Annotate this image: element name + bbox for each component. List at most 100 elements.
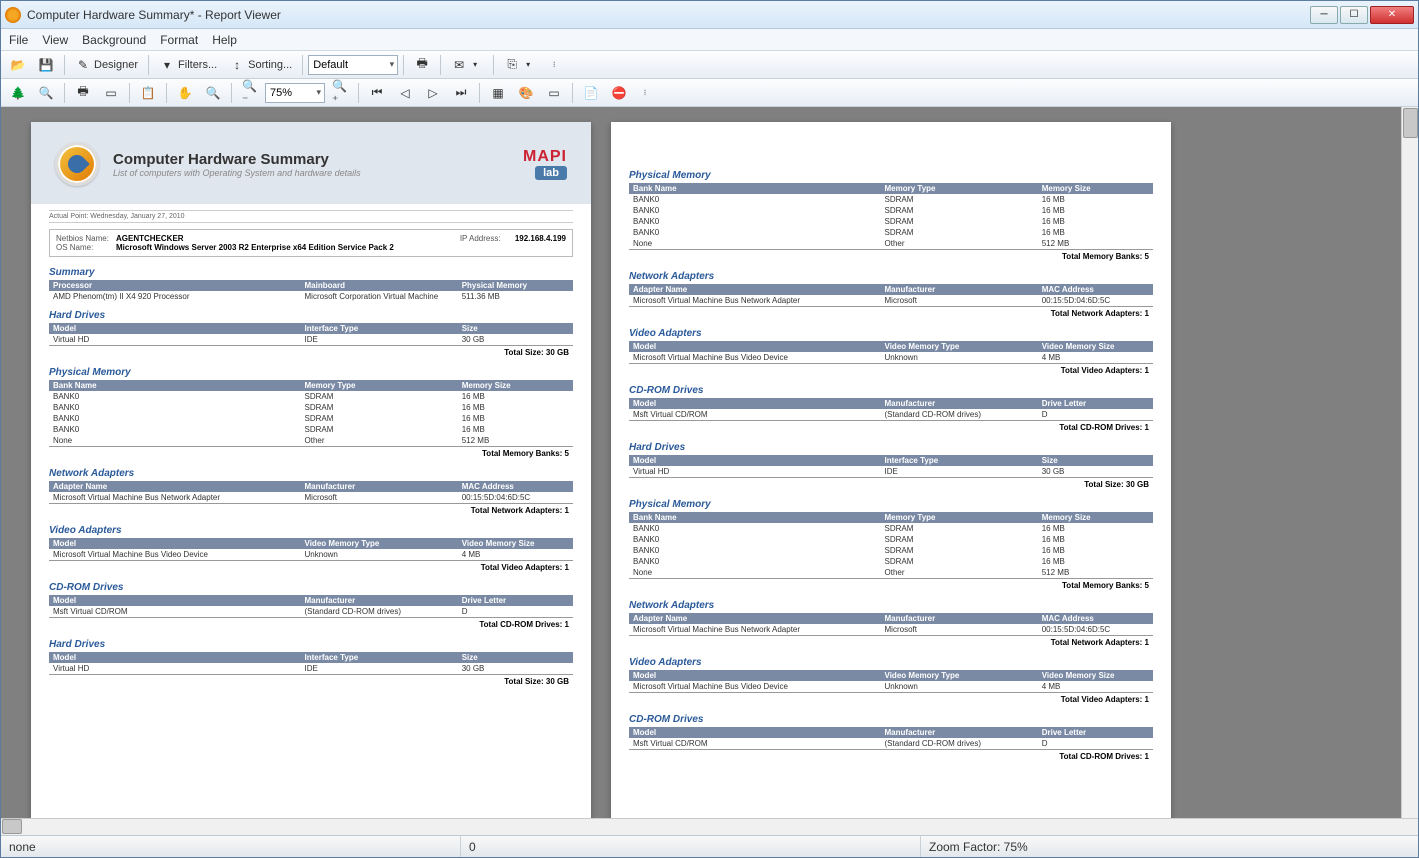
menu-format[interactable]: Format bbox=[160, 33, 198, 47]
multipage-button[interactable]: ▦ bbox=[485, 82, 511, 104]
table-cell: 16 MB bbox=[1038, 534, 1153, 545]
data-table: ModelManufacturerDrive LetterMsft Virtua… bbox=[629, 398, 1153, 420]
table-cell: 16 MB bbox=[1038, 216, 1153, 227]
find-button[interactable]: 🔍 bbox=[33, 82, 59, 104]
table-total: Total Network Adapters: 1 bbox=[629, 306, 1153, 320]
report-viewport[interactable]: Computer Hardware Summary List of comput… bbox=[1, 107, 1418, 818]
stop-icon: ⛔ bbox=[611, 85, 627, 101]
table-header: Size bbox=[458, 652, 573, 663]
menu-view[interactable]: View bbox=[42, 33, 68, 47]
export-pdf-button[interactable]: 📄 bbox=[578, 82, 604, 104]
table-cell: 4 MB bbox=[1038, 681, 1153, 692]
toolbar-overflow-2[interactable]: ⁝ bbox=[634, 82, 656, 104]
table-row: NoneOther512 MB bbox=[629, 567, 1153, 578]
actual-point: Actual Point: Wednesday, January 27, 201… bbox=[49, 210, 573, 223]
table-header: Size bbox=[458, 323, 573, 334]
last-page-button[interactable]: ⏭ bbox=[448, 82, 474, 104]
horizontal-scrollbar[interactable] bbox=[1, 818, 1418, 835]
open-button[interactable]: 📂 bbox=[5, 54, 31, 76]
toolbar-overflow[interactable]: ⁝ bbox=[543, 54, 565, 76]
table-cell: 00:15:5D:04:6D:5C bbox=[1038, 624, 1153, 635]
table-cell: 16 MB bbox=[458, 402, 573, 413]
vertical-scrollbar[interactable] bbox=[1401, 107, 1418, 818]
table-cell: IDE bbox=[881, 466, 1038, 477]
menu-help[interactable]: Help bbox=[212, 33, 237, 47]
sort-icon: ↕ bbox=[229, 57, 245, 73]
table-cell: 16 MB bbox=[458, 413, 573, 424]
table-cell: Microsoft Corporation Virtual Machine bbox=[301, 291, 458, 302]
section-title: Summary bbox=[49, 267, 573, 278]
hscroll-thumb[interactable] bbox=[2, 819, 22, 834]
table-header: Adapter Name bbox=[49, 481, 301, 492]
section-title: Video Adapters bbox=[629, 328, 1153, 339]
table-cell: Microsoft Virtual Machine Bus Video Devi… bbox=[49, 549, 301, 560]
email-button[interactable]: ✉▾ bbox=[446, 54, 488, 76]
table-cell: BANK0 bbox=[629, 556, 881, 567]
minimize-button[interactable] bbox=[1310, 6, 1338, 24]
stop-button[interactable]: ⛔ bbox=[606, 82, 632, 104]
status-right: Zoom Factor: 75% bbox=[921, 836, 1418, 857]
menu-background[interactable]: Background bbox=[82, 33, 146, 47]
table-total: Total CD-ROM Drives: 1 bbox=[629, 420, 1153, 434]
table-total: Total Network Adapters: 1 bbox=[629, 635, 1153, 649]
table-cell: D bbox=[1038, 409, 1153, 420]
table-header: Model bbox=[629, 727, 881, 738]
table-cell: SDRAM bbox=[881, 227, 1038, 238]
zoom-tool-button[interactable]: 🔍 bbox=[200, 82, 226, 104]
app-window: Computer Hardware Summary* - Report View… bbox=[0, 0, 1419, 858]
table-header: Adapter Name bbox=[629, 613, 881, 624]
menu-file[interactable]: File bbox=[9, 33, 28, 47]
hand-button[interactable]: ✋ bbox=[172, 82, 198, 104]
table-header: Model bbox=[49, 538, 301, 549]
table-cell: 30 GB bbox=[458, 663, 573, 674]
zoom-combo[interactable]: 75% bbox=[265, 83, 325, 103]
maximize-button[interactable] bbox=[1340, 6, 1368, 24]
prev-page-button[interactable]: ◁ bbox=[392, 82, 418, 104]
first-page-button[interactable]: ⏮ bbox=[364, 82, 390, 104]
watermark-icon: ▭ bbox=[546, 85, 562, 101]
zoom-out-button[interactable]: 🔍⁻ bbox=[237, 82, 263, 104]
table-cell: SDRAM bbox=[881, 523, 1038, 534]
print2-button[interactable]: 🖶 bbox=[70, 82, 96, 104]
export-button[interactable]: ⎘▾ bbox=[499, 54, 541, 76]
table-cell: BANK0 bbox=[629, 205, 881, 216]
next-page-button[interactable]: ▷ bbox=[420, 82, 446, 104]
table-cell: BANK0 bbox=[629, 216, 881, 227]
multipage-icon: ▦ bbox=[490, 85, 506, 101]
data-table: Bank NameMemory TypeMemory SizeBANK0SDRA… bbox=[629, 183, 1153, 249]
print-button[interactable]: 🖶 bbox=[409, 54, 435, 76]
data-table: ModelManufacturerDrive LetterMsft Virtua… bbox=[49, 595, 573, 617]
table-cell: SDRAM bbox=[881, 205, 1038, 216]
filters-button[interactable]: ▾Filters... bbox=[154, 54, 222, 76]
section-title: Physical Memory bbox=[49, 367, 573, 378]
table-cell: AMD Phenom(tm) II X4 920 Processor bbox=[49, 291, 301, 302]
page-setup-button[interactable]: ▭ bbox=[98, 82, 124, 104]
section-title: CD-ROM Drives bbox=[49, 582, 573, 593]
sorting-button[interactable]: ↕Sorting... bbox=[224, 54, 297, 76]
designer-button[interactable]: ✎Designer bbox=[70, 54, 143, 76]
save-button[interactable]: 💾 bbox=[33, 54, 59, 76]
table-header: Processor bbox=[49, 280, 301, 291]
table-cell: 00:15:5D:04:6D:5C bbox=[458, 492, 573, 503]
table-cell: 4 MB bbox=[458, 549, 573, 560]
print-icon: 🖶 bbox=[75, 85, 91, 101]
copy-button[interactable]: 📋 bbox=[135, 82, 161, 104]
tree-button[interactable]: 🌲 bbox=[5, 82, 31, 104]
table-cell: 30 GB bbox=[1038, 466, 1153, 477]
table-cell: SDRAM bbox=[301, 391, 458, 402]
watermark-button[interactable]: ▭ bbox=[541, 82, 567, 104]
zoom-in-button[interactable]: 🔍⁺ bbox=[327, 82, 353, 104]
hand-icon: ✋ bbox=[177, 85, 193, 101]
color-button[interactable]: 🎨 bbox=[513, 82, 539, 104]
magnifier-icon: 🔍 bbox=[205, 85, 221, 101]
table-header: Interface Type bbox=[301, 652, 458, 663]
style-combo[interactable]: Default bbox=[308, 55, 398, 75]
scroll-thumb[interactable] bbox=[1403, 108, 1418, 138]
section-title: Network Adapters bbox=[629, 600, 1153, 611]
table-cell: 16 MB bbox=[1038, 227, 1153, 238]
table-cell: None bbox=[629, 567, 881, 578]
page-icon: ▭ bbox=[103, 85, 119, 101]
table-cell: D bbox=[1038, 738, 1153, 749]
close-button[interactable] bbox=[1370, 6, 1414, 24]
section-title: CD-ROM Drives bbox=[629, 714, 1153, 725]
